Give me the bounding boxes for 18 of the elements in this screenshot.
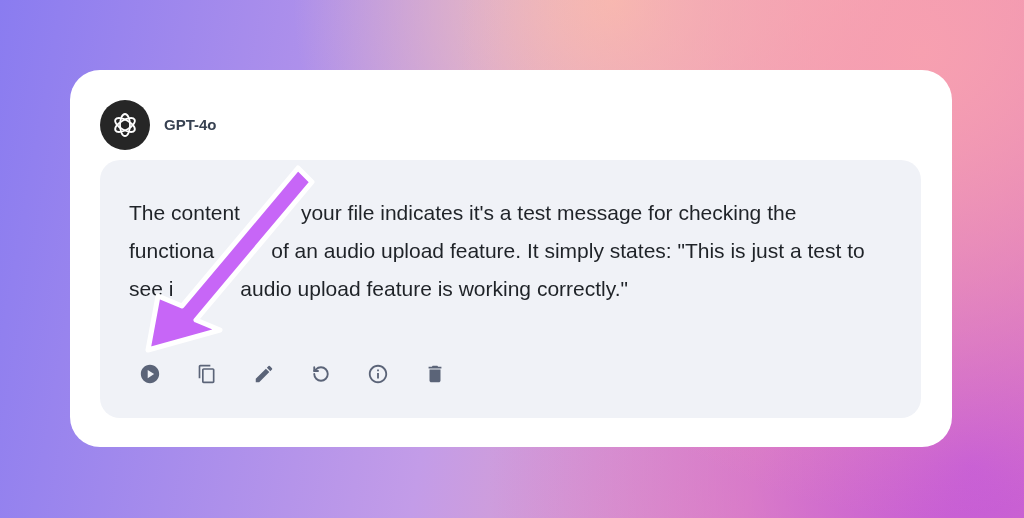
- info-button[interactable]: [367, 363, 389, 385]
- info-icon: [367, 363, 389, 385]
- message-text: see i: [129, 276, 174, 303]
- edit-button[interactable]: [253, 363, 275, 385]
- regenerate-icon: [312, 365, 330, 383]
- copy-icon: [197, 364, 217, 384]
- message-text: audio upload feature is working correctly.": [240, 276, 628, 303]
- copy-button[interactable]: [196, 363, 218, 385]
- sender-name: GPT-4o: [164, 114, 217, 135]
- pencil-icon: [253, 363, 275, 385]
- message-text: The content: [129, 200, 240, 227]
- play-audio-button[interactable]: [139, 363, 161, 385]
- regenerate-button[interactable]: [310, 363, 332, 385]
- play-icon: [139, 363, 161, 385]
- message-text: of an audio upload feature. It simply states: "This is just a test to: [271, 238, 865, 265]
- logo-icon: [111, 111, 139, 139]
- message-text: your file indicates it's a test message for checking the: [300, 200, 797, 227]
- message-text: functiona: [129, 238, 215, 265]
